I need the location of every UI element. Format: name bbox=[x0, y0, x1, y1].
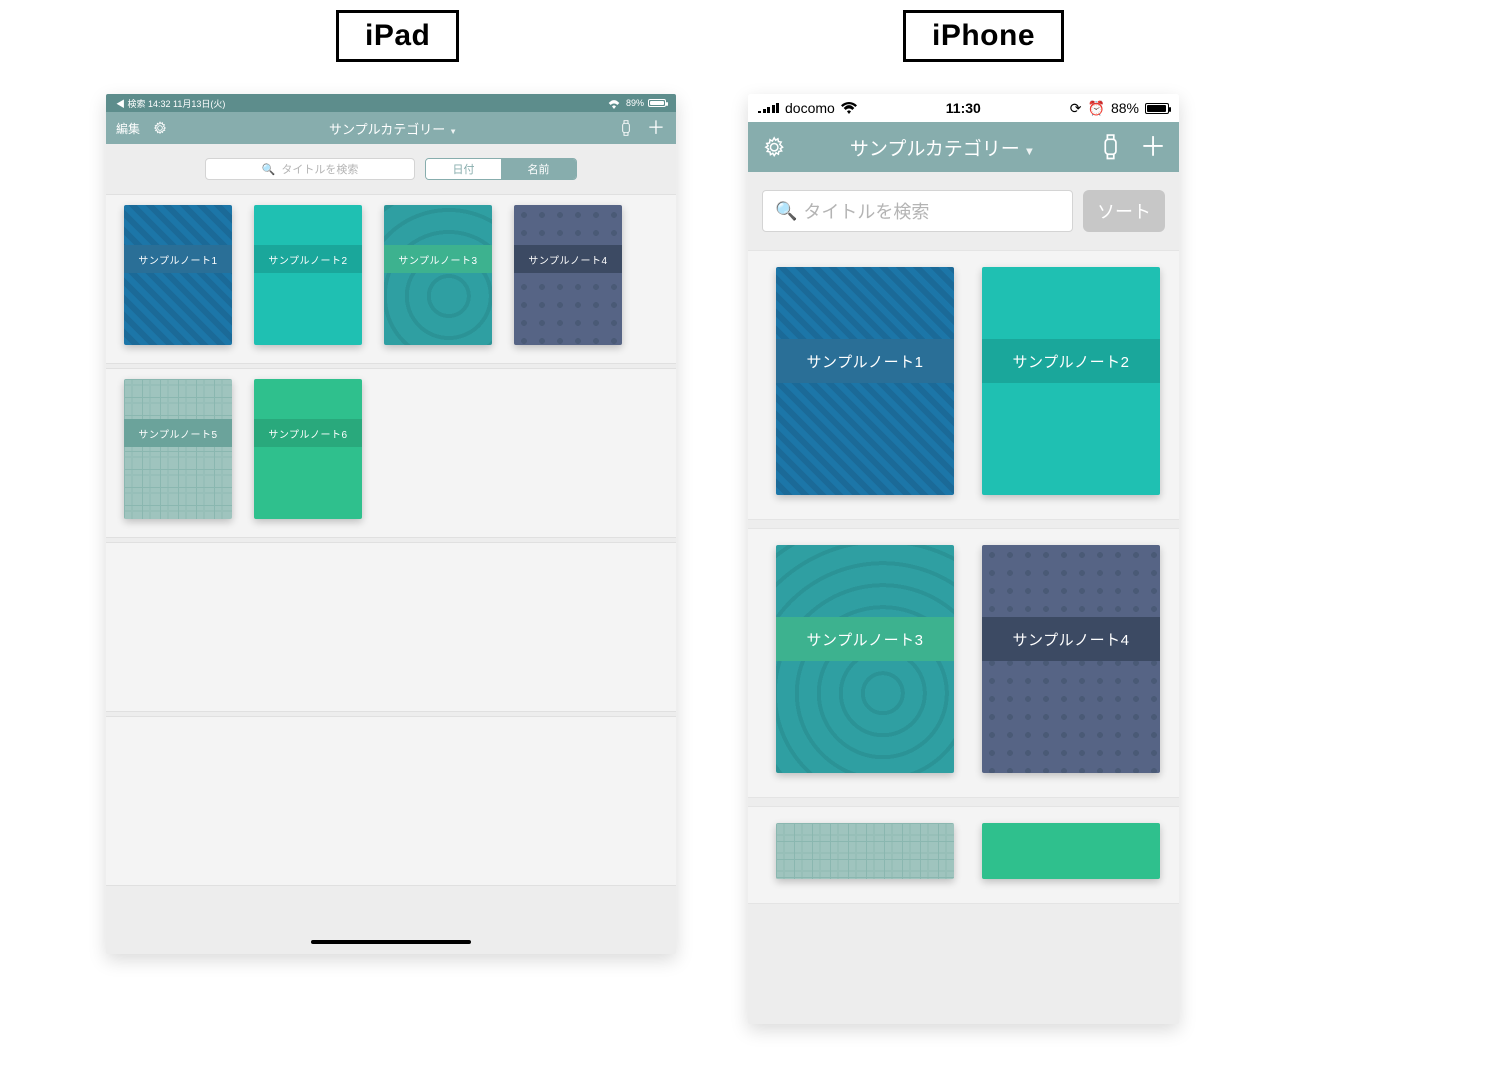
add-button[interactable]: ＋ bbox=[1137, 131, 1169, 163]
note-title: サンプルノート5 bbox=[124, 419, 232, 447]
add-button[interactable]: ＋ bbox=[646, 118, 666, 138]
category-title-dropdown[interactable]: サンプルカテゴリー ▼ bbox=[800, 134, 1085, 161]
note-title: サンプルノート4 bbox=[514, 245, 622, 273]
settings-button[interactable] bbox=[150, 118, 170, 138]
alarm-icon: ⏰ bbox=[1088, 100, 1105, 117]
search-row: 🔍 タイトルを検索 日付 名前 bbox=[106, 144, 676, 194]
note-title: サンプルノート3 bbox=[776, 617, 954, 661]
note-card[interactable]: サンプルノート1 bbox=[776, 267, 954, 495]
watch-button[interactable] bbox=[1095, 131, 1127, 163]
notes-grid: サンプルノート1 サンプルノート2 サンプルノート3 サンプルノート4 bbox=[748, 250, 1179, 1024]
chevron-down-icon: ▼ bbox=[1024, 146, 1035, 158]
device-ipad: ◀ 検索 14:32 11月13日(火) 89% 編集 サンプルカテゴリー ▼ ＋… bbox=[106, 94, 676, 954]
watch-icon bbox=[620, 120, 632, 136]
toolbar: サンプルカテゴリー ▼ ＋ bbox=[748, 122, 1179, 172]
note-title: サンプルノート2 bbox=[254, 245, 362, 273]
gear-icon bbox=[153, 121, 167, 135]
battery-text: 89% bbox=[626, 98, 644, 108]
note-card[interactable]: サンプルノート2 bbox=[254, 205, 362, 345]
wifi-icon bbox=[606, 97, 622, 109]
note-card[interactable]: サンプルノート2 bbox=[982, 267, 1160, 495]
status-left: ◀ 検索 14:32 11月13日(火) bbox=[116, 97, 225, 110]
search-placeholder: タイトルを検索 bbox=[281, 161, 358, 177]
search-input[interactable]: 🔍 タイトルを検索 bbox=[205, 158, 415, 180]
note-card[interactable] bbox=[776, 823, 954, 879]
orientation-lock-icon: ⟳ bbox=[1070, 100, 1082, 117]
note-card[interactable] bbox=[982, 823, 1160, 879]
signal-icon bbox=[758, 103, 779, 113]
device-label-iphone: iPhone bbox=[903, 10, 1064, 62]
note-card[interactable]: サンプルノート5 bbox=[124, 379, 232, 519]
note-title: サンプルノート2 bbox=[982, 339, 1160, 383]
toolbar: 編集 サンプルカテゴリー ▼ ＋ bbox=[106, 112, 676, 144]
note-card[interactable]: サンプルノート1 bbox=[124, 205, 232, 345]
device-label-ipad: iPad bbox=[336, 10, 459, 62]
edit-button[interactable]: 編集 bbox=[116, 120, 140, 137]
note-card[interactable]: サンプルノート4 bbox=[982, 545, 1160, 773]
sort-button[interactable]: ソート bbox=[1083, 190, 1165, 232]
battery-text: 88% bbox=[1111, 100, 1139, 116]
home-indicator[interactable] bbox=[311, 940, 471, 944]
search-icon: 🔍 bbox=[775, 201, 797, 222]
note-title: サンプルノート1 bbox=[124, 245, 232, 273]
settings-button[interactable] bbox=[758, 131, 790, 163]
watch-icon bbox=[1101, 134, 1120, 160]
note-title: サンプルノート6 bbox=[254, 419, 362, 447]
segment-name[interactable]: 名前 bbox=[501, 159, 576, 179]
category-title-text: サンプルカテゴリー bbox=[329, 122, 445, 137]
note-title: サンプルノート3 bbox=[384, 245, 492, 273]
note-card[interactable]: サンプルノート6 bbox=[254, 379, 362, 519]
device-iphone: docomo 11:30 ⟳ ⏰ 88% サンプルカテゴリー ▼ ＋ 🔍 タイトル… bbox=[748, 94, 1179, 1024]
battery-icon bbox=[648, 99, 666, 107]
note-card[interactable]: サンプルノート3 bbox=[384, 205, 492, 345]
carrier-text: docomo bbox=[785, 100, 835, 116]
search-placeholder: タイトルを検索 bbox=[803, 198, 929, 224]
search-input[interactable]: 🔍 タイトルを検索 bbox=[762, 190, 1073, 232]
search-icon: 🔍 bbox=[262, 163, 276, 176]
status-time: 11:30 bbox=[946, 100, 981, 116]
category-title-text: サンプルカテゴリー bbox=[850, 139, 1020, 160]
gear-icon bbox=[763, 136, 785, 158]
status-bar: docomo 11:30 ⟳ ⏰ 88% bbox=[748, 94, 1179, 122]
search-row: 🔍 タイトルを検索 ソート bbox=[748, 172, 1179, 250]
wifi-icon bbox=[841, 102, 857, 114]
note-title: サンプルノート4 bbox=[982, 617, 1160, 661]
chevron-down-icon: ▼ bbox=[449, 127, 457, 136]
category-title-dropdown[interactable]: サンプルカテゴリー ▼ bbox=[180, 119, 606, 138]
notes-grid: サンプルノート1 サンプルノート2 サンプルノート3 サンプルノート4 サンプル… bbox=[106, 194, 676, 954]
battery-icon bbox=[1145, 103, 1169, 114]
status-bar: ◀ 検索 14:32 11月13日(火) 89% bbox=[106, 94, 676, 112]
note-card[interactable]: サンプルノート4 bbox=[514, 205, 622, 345]
note-card[interactable]: サンプルノート3 bbox=[776, 545, 954, 773]
sort-segmented: 日付 名前 bbox=[425, 158, 577, 180]
note-title: サンプルノート1 bbox=[776, 339, 954, 383]
segment-date[interactable]: 日付 bbox=[426, 159, 501, 179]
watch-button[interactable] bbox=[616, 118, 636, 138]
